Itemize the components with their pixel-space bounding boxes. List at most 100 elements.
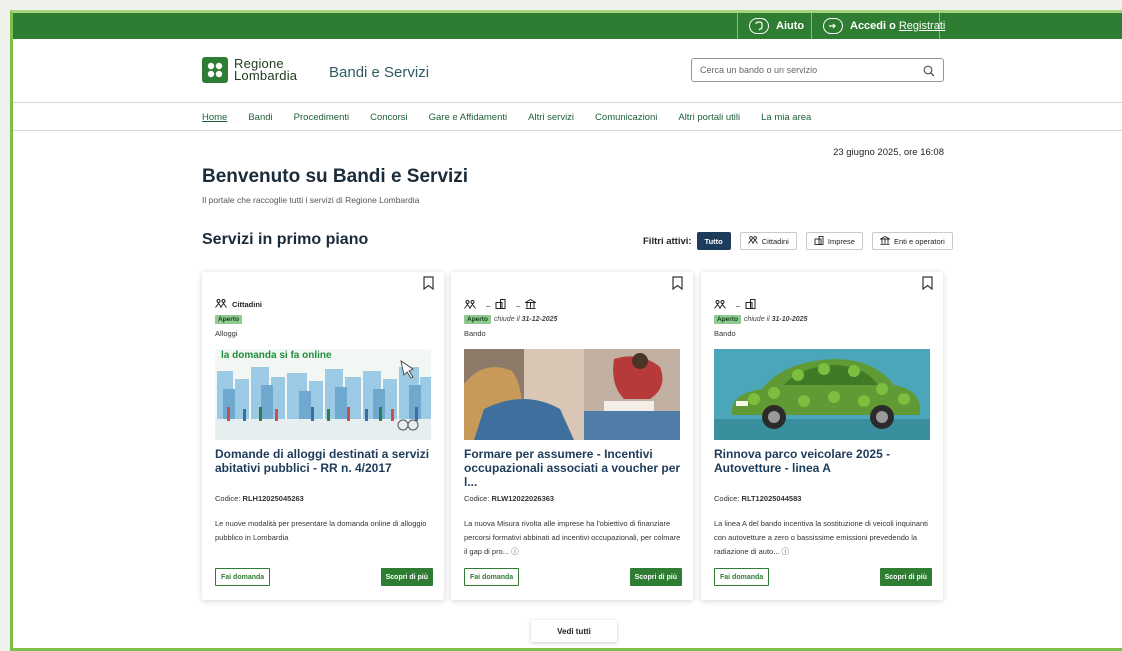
card-description: Le nuove modalità per presentare la doma… [215, 519, 427, 542]
status-badge: Aperto [215, 315, 242, 324]
service-card[interactable]: – – Aperto chiude il 31-12-2025 Bando Fo… [451, 272, 693, 600]
card-title[interactable]: Formare per assumere - Incentivi occupaz… [464, 447, 684, 489]
closing-prefix: chiude il [493, 316, 520, 323]
search-icon[interactable] [923, 63, 935, 85]
help-icon [749, 18, 769, 34]
nav-item-gare-affidamenti[interactable]: Gare e Affidamenti [429, 112, 508, 123]
building-icon [745, 299, 756, 311]
building-icon [814, 235, 824, 247]
browser-frame: Aiuto Accedi o Registrati Regione Lombar… [10, 10, 1122, 651]
institution-icon [524, 298, 538, 311]
card-image-formazione [464, 349, 680, 440]
utility-separator [939, 13, 940, 39]
card-category: – [714, 299, 761, 311]
bookmark-icon[interactable] [672, 276, 683, 295]
closing-date-value: 31-12-2025 [521, 316, 558, 323]
card-type: Alloggi [215, 329, 238, 338]
people-icon [215, 299, 227, 310]
card-category: Cittadini [215, 299, 262, 310]
people-icon [464, 299, 476, 311]
card-code-value: RLT12025044583 [741, 494, 802, 503]
filter-enti-label: Enti e operatori [893, 236, 945, 246]
card-status: Aperto chiude il 31-12-2025 [464, 315, 557, 324]
card-type: Bando [714, 329, 736, 338]
apply-button[interactable]: Fai domanda [714, 568, 770, 586]
people-icon [714, 299, 726, 311]
search-placeholder: Cerca un bando o un servizio [700, 65, 818, 75]
search-input[interactable]: Cerca un bando o un servizio [691, 58, 944, 82]
nav-item-comunicazioni[interactable]: Comunicazioni [595, 112, 657, 123]
category-separator: – [516, 300, 521, 310]
category-separator: – [736, 300, 741, 310]
main-nav: Home Bandi Procedimenti Concorsi Gare e … [13, 103, 1122, 131]
card-title[interactable]: Domande di alloggi destinati a servizi a… [215, 447, 435, 475]
status-badge: Aperto [714, 315, 741, 324]
filter-tutto[interactable]: Tutto [696, 232, 731, 250]
login-icon [823, 18, 843, 34]
status-badge: Aperto [464, 315, 491, 324]
card-status: Aperto [215, 315, 242, 324]
help-label: Aiuto [776, 20, 805, 32]
closing-date: chiude il 31-10-2025 [744, 316, 807, 323]
page-title: Benvenuto su Bandi e Servizi [202, 166, 469, 187]
apply-button[interactable]: Fai domanda [215, 568, 271, 586]
lombardia-rose-icon [202, 57, 228, 83]
card-code-label: Codice: [714, 494, 740, 503]
card-code-label: Codice: [464, 494, 490, 503]
see-all-button[interactable]: Vedi tutti [531, 620, 617, 642]
card-title[interactable]: Rinnova parco veicolare 2025 - Autovettu… [714, 447, 934, 475]
bookmark-icon[interactable] [922, 276, 933, 295]
service-card[interactable]: – Aperto chiude il 31-10-2025 Bando Rinn… [701, 272, 943, 600]
login-link[interactable]: Accedi o [850, 20, 896, 32]
card-code-label: Codice: [215, 494, 241, 503]
nav-item-bandi[interactable]: Bandi [248, 112, 272, 123]
discover-more-button[interactable]: Scopri di più [380, 568, 433, 586]
nav-item-altri-portali[interactable]: Altri portali utili [678, 112, 740, 123]
utility-bar: Aiuto Accedi o Registrati [13, 13, 1122, 39]
card-image-caption: la domanda si fa online [221, 350, 332, 361]
site-title[interactable]: Bandi e Servizi [329, 64, 429, 81]
nav-item-mia-area[interactable]: La mia area [761, 112, 811, 123]
card-category-label: Cittadini [232, 300, 262, 309]
site-header: Regione Lombardia Bandi e Servizi Cerca … [13, 39, 1122, 103]
card-code: Codice: RLW12022026363 [464, 494, 554, 503]
card-description: La linea A del bando incentiva la sostit… [714, 519, 928, 556]
nav-item-procedimenti[interactable]: Procedimenti [294, 112, 349, 123]
nav-item-home[interactable]: Home [202, 112, 227, 123]
regione-lombardia-logo[interactable]: Regione Lombardia [202, 57, 297, 83]
discover-more-button[interactable]: Scopri di più [879, 568, 932, 586]
utility-separator [811, 13, 812, 39]
filter-bar: Filtri attivi: Tutto Cittadini Imprese E… [643, 232, 962, 250]
card-code: Codice: RLH12025045263 [215, 494, 304, 503]
section-title: Servizi in primo piano [202, 231, 369, 248]
institution-icon [878, 235, 892, 247]
service-card[interactable]: Cittadini Aperto Alloggi la domanda si f… [202, 272, 444, 600]
utility-separator [737, 13, 738, 39]
building-icon [495, 299, 506, 311]
bookmark-icon[interactable] [423, 276, 434, 295]
card-image-green-car [714, 349, 930, 440]
current-date: 23 giugno 2025, ore 16:08 [833, 147, 944, 158]
filter-imprese[interactable]: Imprese [805, 232, 863, 250]
card-category: – – [464, 298, 541, 311]
card-code-value: RLH12025045263 [242, 494, 304, 503]
people-icon [747, 236, 758, 246]
apply-button[interactable]: Fai domanda [464, 568, 520, 586]
filter-imprese-label: Imprese [827, 236, 855, 246]
filter-enti-operatori[interactable]: Enti e operatori [871, 232, 953, 250]
closing-date: chiude il 31-12-2025 [494, 316, 557, 323]
nav-item-concorsi[interactable]: Concorsi [370, 112, 408, 123]
filter-cittadini-label: Cittadini [761, 236, 789, 246]
closing-date-value: 31-10-2025 [771, 316, 808, 323]
card-status: Aperto chiude il 31-10-2025 [714, 315, 807, 324]
discover-more-button[interactable]: Scopri di più [629, 568, 682, 586]
closing-prefix: chiude il [743, 316, 770, 323]
card-code-value: RLW12022026363 [491, 494, 555, 503]
help-link[interactable]: Aiuto [749, 13, 804, 39]
nav-item-altri-servizi[interactable]: Altri servizi [528, 112, 574, 123]
filter-label: Filtri attivi: [643, 235, 692, 247]
filter-cittadini[interactable]: Cittadini [739, 232, 797, 250]
page-subtitle: Il portale che raccoglie tutti i servizi… [202, 195, 420, 205]
card-code: Codice: RLT12025044583 [714, 494, 801, 503]
logo-line-2: Lombardia [234, 68, 298, 83]
